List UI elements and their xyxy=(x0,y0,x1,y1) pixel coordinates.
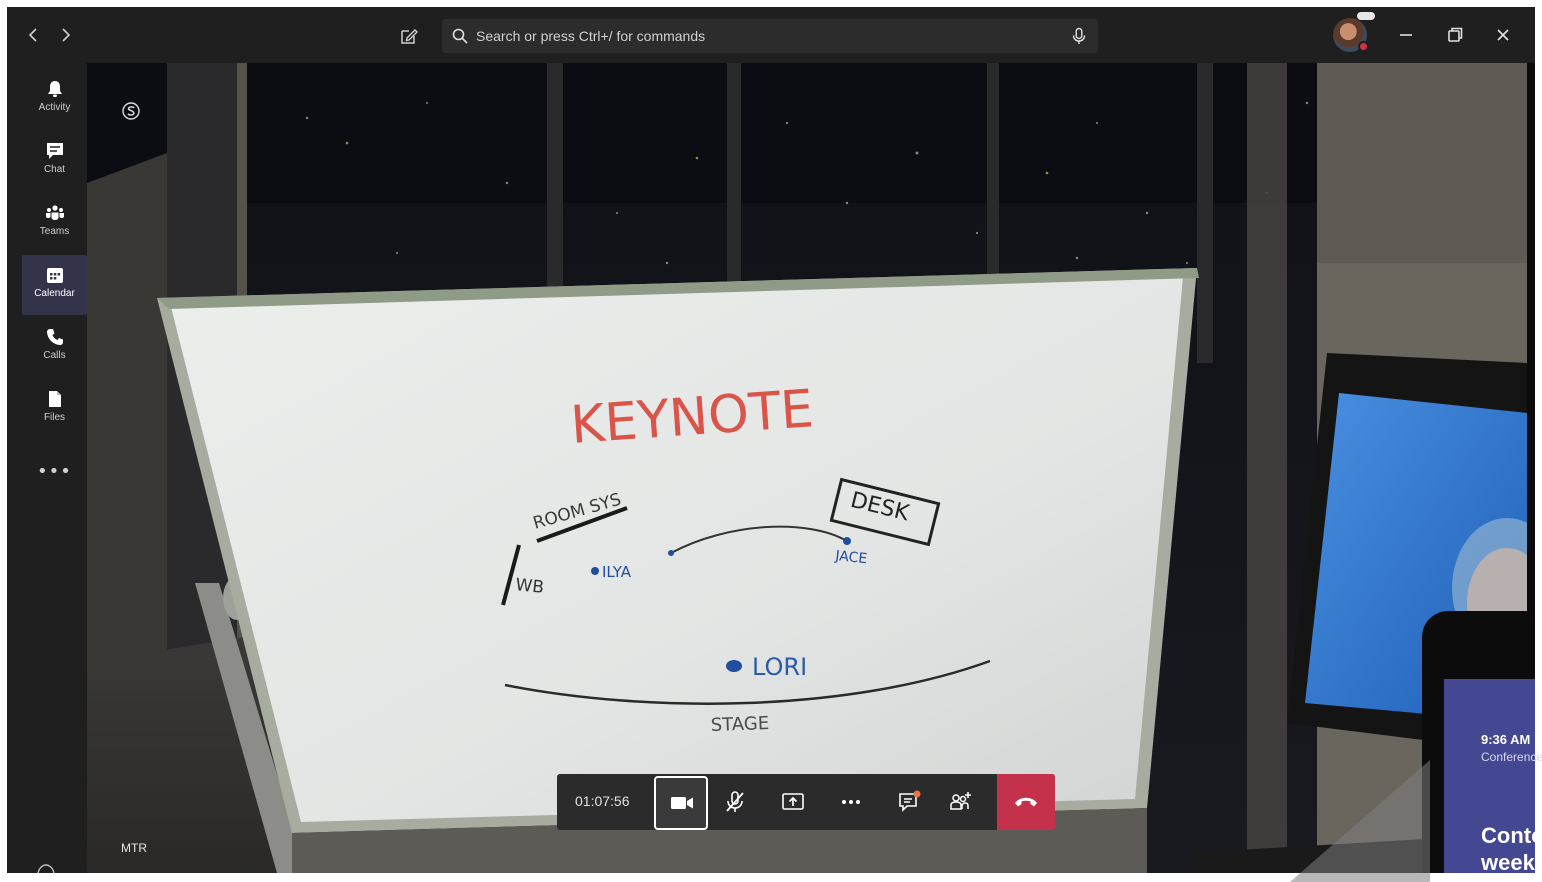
phone-icon xyxy=(46,329,63,345)
phone-meeting-title: Conto weekl xyxy=(1481,822,1542,876)
share-screen-icon xyxy=(782,793,804,810)
new-chat-button[interactable] xyxy=(398,25,420,47)
search-bar[interactable]: Search or press Ctrl+/ for commands xyxy=(442,19,1098,53)
new-chat-icon xyxy=(401,29,418,44)
teams-icon xyxy=(45,205,64,220)
restore-icon xyxy=(1448,27,1463,42)
minimize-icon xyxy=(1400,34,1412,36)
participant-video: KEYNOTE ROOM SYS DESK WB ILYA JACE LORI … xyxy=(87,63,1527,873)
phone-title-line: weekl xyxy=(1481,850,1541,875)
hang-up-icon xyxy=(1015,797,1037,807)
rail-item-activity[interactable]: Activity xyxy=(22,69,87,129)
whiteboard-label-wb: WB xyxy=(514,575,544,598)
close-icon xyxy=(1497,29,1509,41)
close-button[interactable] xyxy=(1491,23,1515,47)
microphone-icon[interactable] xyxy=(1070,27,1088,45)
more-apps-button[interactable]: ••• xyxy=(37,461,72,482)
rail-label: Teams xyxy=(39,226,70,237)
rail-item-calls[interactable]: Calls xyxy=(22,317,87,377)
chevron-right-icon xyxy=(62,28,71,42)
rail-label: Calendar xyxy=(34,288,75,299)
show-participants-button[interactable] xyxy=(937,778,985,826)
status-flag xyxy=(1357,12,1375,20)
minimize-button[interactable] xyxy=(1394,23,1418,47)
rail-item-chat[interactable]: Chat xyxy=(22,131,87,191)
phone-title-line: Conto xyxy=(1481,823,1542,848)
phone-meeting-room: Conference xyxy=(1481,750,1542,764)
teams-window: Search or press Ctrl+/ for commands Acti… xyxy=(7,7,1535,873)
bell-icon xyxy=(47,81,62,97)
rail-item-calendar[interactable]: Calendar xyxy=(22,255,87,315)
search-placeholder: Search or press Ctrl+/ for commands xyxy=(476,28,706,44)
video-stage: KEYNOTE ROOM SYS DESK WB ILYA JACE LORI … xyxy=(87,63,1527,873)
rail-label: Files xyxy=(43,412,66,423)
add-participant-icon xyxy=(950,792,971,810)
whiteboard-label-jace: JACE xyxy=(834,548,868,567)
title-bar: Search or press Ctrl+/ for commands xyxy=(7,7,1535,63)
rail-label: Calls xyxy=(43,350,66,361)
rail-label: Chat xyxy=(43,164,66,175)
help-icon[interactable] xyxy=(35,863,57,873)
more-actions-button[interactable] xyxy=(827,778,875,826)
participant-name-label: MTR xyxy=(121,841,147,855)
mic-toggle-button[interactable] xyxy=(711,778,759,826)
forward-button[interactable] xyxy=(54,24,76,46)
skype-icon xyxy=(122,102,140,120)
hang-up-button[interactable] xyxy=(997,774,1055,830)
call-timer: 01:07:56 xyxy=(575,793,630,809)
whiteboard-label-ilya: ILYA xyxy=(602,563,632,581)
phone-meeting-time: 9:36 AM xyxy=(1481,732,1531,747)
back-button[interactable] xyxy=(23,24,45,46)
more-icon xyxy=(842,800,860,804)
chat-icon xyxy=(899,790,921,812)
corner-overlay xyxy=(1290,760,1430,882)
rail-item-teams[interactable]: Teams xyxy=(22,193,87,253)
calendar-icon xyxy=(46,268,63,283)
search-icon xyxy=(452,28,468,44)
show-conversation-button[interactable] xyxy=(885,778,933,826)
file-icon xyxy=(48,391,61,407)
phone-content: 9:36 AM Conference Conto weekl xyxy=(1437,672,1542,882)
avatar[interactable] xyxy=(1333,12,1375,52)
chat-icon xyxy=(46,143,63,159)
chevron-left-icon xyxy=(28,28,37,42)
whiteboard-label-lori: LORI xyxy=(752,653,807,681)
restore-button[interactable] xyxy=(1443,23,1467,47)
rail-item-files[interactable]: Files xyxy=(22,379,87,439)
app-rail: Activity Chat Teams Calendar Calls Files… xyxy=(7,63,87,873)
camera-icon xyxy=(671,797,693,809)
call-controls-bar: 01:07:56 xyxy=(557,774,1055,830)
share-screen-button[interactable] xyxy=(769,778,817,826)
mic-off-icon xyxy=(726,791,744,812)
whiteboard-label-stage: STAGE xyxy=(710,713,769,736)
camera-toggle-button[interactable] xyxy=(654,776,708,830)
presence-busy-badge xyxy=(1358,41,1369,52)
rail-label: Activity xyxy=(38,102,71,113)
